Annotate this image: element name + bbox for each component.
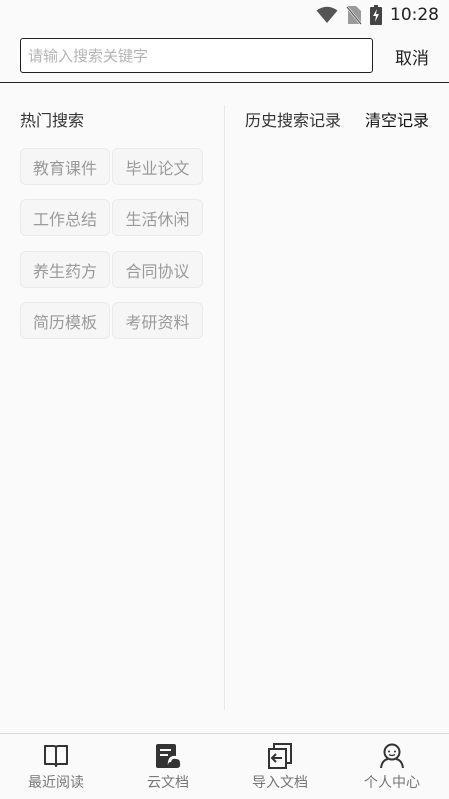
clear-history-button[interactable]: 清空记录 [365,107,429,131]
nav-label: 个人中心 [364,775,420,791]
nav-label: 最近阅读 [28,775,84,791]
cancel-button[interactable]: 取消 [395,44,429,69]
search-bar: 取消 [0,30,449,83]
cloud-document-icon [156,744,181,768]
hot-search-tag[interactable]: 简历模板 [20,302,110,339]
column-divider [224,105,225,710]
nav-item-cloud-docs[interactable]: 云文档 [112,734,224,799]
hot-search-tag[interactable]: 教育课件 [20,148,110,185]
bottom-nav: 最近阅读 云文档 导入文档 个人中心 [0,733,449,799]
status-bar: 10:28 [0,0,449,30]
hot-search-tag[interactable]: 工作总结 [20,199,110,236]
nav-label: 导入文档 [252,775,308,791]
wifi-icon [316,6,338,23]
nav-item-recent-reading[interactable]: 最近阅读 [0,734,112,799]
hot-search-tag[interactable]: 毕业论文 [112,148,203,185]
user-icon [380,743,404,769]
nav-label: 云文档 [147,775,189,791]
status-time: 10:28 [390,5,439,25]
hot-search-tag[interactable]: 养生药方 [20,251,110,288]
nav-item-profile[interactable]: 个人中心 [336,734,448,799]
history-title: 历史搜索记录 [245,111,342,130]
hot-search-tag[interactable]: 生活休闲 [112,199,203,236]
import-icon [268,743,292,769]
nav-item-import-docs[interactable]: 导入文档 [224,734,336,799]
hot-search-tag[interactable]: 合同协议 [112,251,203,288]
hot-search-title: 热门搜索 [20,111,85,130]
book-icon [44,745,68,767]
no-sim-icon [346,6,362,25]
search-input[interactable] [20,38,373,73]
hot-search-tag[interactable]: 考研资料 [112,302,203,339]
battery-charging-icon [370,5,382,25]
